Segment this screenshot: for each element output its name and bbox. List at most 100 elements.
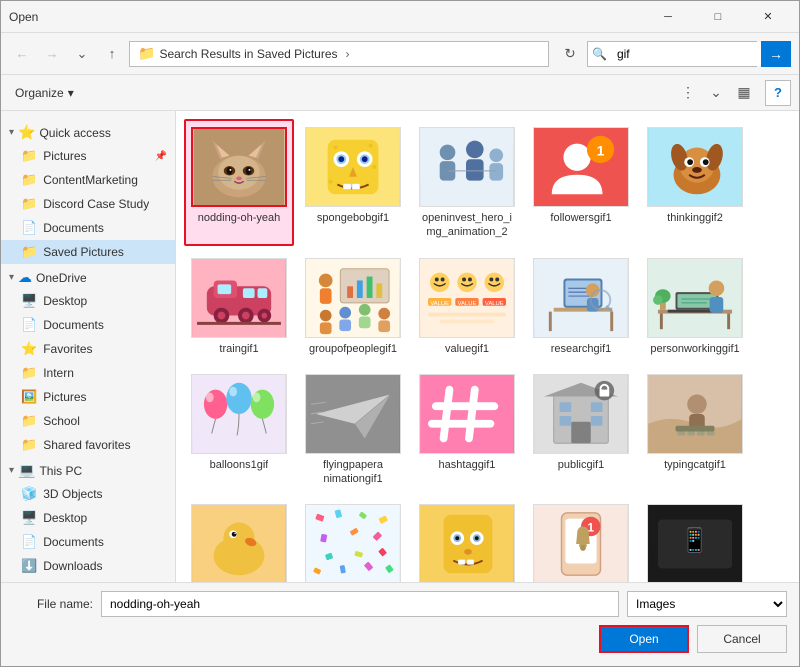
file-item-confetti[interactable] bbox=[298, 496, 408, 582]
file-item-thinking[interactable]: thinkinggif2 bbox=[640, 119, 750, 246]
file-name: hashtaggif1 bbox=[439, 458, 496, 472]
sidebar-item-discord[interactable]: 📁 Discord Case Study bbox=[1, 192, 175, 216]
sidebar-item-favorites[interactable]: ⭐ Favorites bbox=[1, 337, 175, 361]
search-go-button[interactable]: → bbox=[761, 41, 791, 67]
sidebar-item-school[interactable]: 📁 School bbox=[1, 409, 175, 433]
quick-access-header[interactable]: ▾ ⭐ Quick access bbox=[1, 121, 175, 144]
file-item-notification[interactable]: 1 bbox=[526, 496, 636, 582]
sidebar-item-pc-documents[interactable]: 📄 Documents bbox=[1, 530, 175, 554]
file-thumbnail: 1 bbox=[533, 127, 629, 207]
address-bar: ← → ⌄ ↑ 📁 Search Results in Saved Pictur… bbox=[1, 33, 799, 75]
file-item-followers[interactable]: 1 followersgif1 bbox=[526, 119, 636, 246]
file-name: nodding-oh-yeah bbox=[198, 211, 281, 225]
confetti-thumbnail-svg bbox=[306, 505, 400, 582]
file-item-typingcat[interactable]: typingcatgif1 bbox=[640, 366, 750, 493]
sponge2-thumbnail-svg bbox=[420, 505, 514, 582]
file-thumbnail: 1 bbox=[533, 504, 629, 582]
value-thumbnail-svg: VALUE VALUE VALUE bbox=[420, 259, 514, 337]
documents-icon: 📄 bbox=[21, 317, 37, 333]
sidebar-item-downloads[interactable]: ⬇️ Downloads bbox=[1, 554, 175, 578]
folder-icon: 📁 bbox=[138, 45, 155, 62]
file-item-sponge2[interactable] bbox=[412, 496, 522, 582]
sidebar-item-pictures[interactable]: 📁 Pictures 📌 bbox=[1, 144, 175, 168]
file-thumbnail bbox=[191, 258, 287, 338]
folder-icon: 📁 bbox=[21, 172, 37, 188]
open-dialog: Open ─ □ ✕ ← → ⌄ ↑ 📁 Search Results in S… bbox=[0, 0, 800, 667]
personworking-thumbnail-svg bbox=[648, 259, 742, 337]
sidebar-section-onedrive: ▾ ☁ OneDrive 🖥️ Desktop 📄 Documents ⭐ Fa… bbox=[1, 266, 175, 457]
notification-thumbnail-svg: 1 bbox=[534, 505, 628, 582]
up-button[interactable]: ↑ bbox=[99, 41, 125, 67]
documents-icon: 📄 bbox=[21, 220, 37, 236]
file-item-duck[interactable] bbox=[184, 496, 294, 582]
forward-button[interactable]: → bbox=[39, 41, 65, 67]
file-item-personworking[interactable]: personworkinggif1 bbox=[640, 250, 750, 362]
address-path[interactable]: 📁 Search Results in Saved Pictures › bbox=[129, 41, 549, 67]
sidebar-item-desktop[interactable]: 🖥️ Desktop bbox=[1, 289, 175, 313]
thispc-header[interactable]: ▾ 💻 This PC bbox=[1, 459, 175, 482]
search-icon: 🔍 bbox=[588, 47, 611, 61]
close-button[interactable]: ✕ bbox=[745, 5, 791, 29]
view-dropdown-button[interactable]: ⌄ bbox=[703, 80, 729, 106]
open-button[interactable]: Open bbox=[599, 625, 689, 653]
file-item-value[interactable]: VALUE VALUE VALUE valuegif1 bbox=[412, 250, 522, 362]
file-item-openinvest[interactable]: openinvest_hero_img_animation_2 bbox=[412, 119, 522, 246]
file-thumbnail bbox=[647, 258, 743, 338]
file-name: flyingpaperanimationgif1 bbox=[323, 458, 383, 487]
search-box: 🔍 ✕ bbox=[587, 41, 757, 67]
window-controls: ─ □ ✕ bbox=[645, 5, 791, 29]
help-button[interactable]: ? bbox=[765, 80, 791, 106]
file-item-spongebob[interactable]: spongebobgif1 bbox=[298, 119, 408, 246]
bottom-bar: File name: Images All Files Open Cancel bbox=[1, 582, 799, 666]
filename-input[interactable] bbox=[101, 591, 619, 617]
file-thumbnail bbox=[647, 374, 743, 454]
quick-access-label: Quick access bbox=[39, 126, 110, 140]
filename-row: File name: Images All Files bbox=[13, 591, 787, 617]
recent-locations-button[interactable]: ⌄ bbox=[69, 41, 95, 67]
minimize-button[interactable]: ─ bbox=[645, 5, 691, 29]
svg-text:VALUE: VALUE bbox=[485, 300, 504, 306]
sidebar-item-shared-favorites[interactable]: 📁 Shared favorites bbox=[1, 433, 175, 457]
file-item-hashtag[interactable]: hashtaggif1 bbox=[412, 366, 522, 493]
file-item-nodding[interactable]: nodding-oh-yeah bbox=[184, 119, 294, 246]
filetype-select[interactable]: Images All Files bbox=[627, 591, 787, 617]
view-layout-button[interactable]: ▦ bbox=[731, 80, 757, 106]
sidebar-item-saved-pictures[interactable]: 📁 Saved Pictures bbox=[1, 240, 175, 264]
cancel-button[interactable]: Cancel bbox=[697, 625, 787, 653]
sidebar-item-contentmarketing[interactable]: 📁 ContentMarketing bbox=[1, 168, 175, 192]
file-item-grouppeople[interactable]: groupofpeoplegif1 bbox=[298, 250, 408, 362]
sidebar-item-od-documents[interactable]: 📄 Documents bbox=[1, 313, 175, 337]
sidebar-item-pc-desktop[interactable]: 🖥️ Desktop bbox=[1, 506, 175, 530]
view-grid-button[interactable]: ⋮ bbox=[675, 80, 701, 106]
file-thumbnail bbox=[647, 127, 743, 207]
file-item-dark[interactable]: 📱 bbox=[640, 496, 750, 582]
thispc-icon: 💻 bbox=[18, 462, 35, 479]
sidebar-item-intern[interactable]: 📁 Intern bbox=[1, 361, 175, 385]
sidebar-item-od-pictures[interactable]: 🖼️ Pictures bbox=[1, 385, 175, 409]
onedrive-header[interactable]: ▾ ☁ OneDrive bbox=[1, 266, 175, 289]
file-thumbnail bbox=[305, 504, 401, 582]
back-button[interactable]: ← bbox=[9, 41, 35, 67]
file-item-public[interactable]: publicgif1 bbox=[526, 366, 636, 493]
maximize-button[interactable]: □ bbox=[695, 5, 741, 29]
file-item-train[interactable]: traingif1 bbox=[184, 250, 294, 362]
documents-icon: 📄 bbox=[21, 534, 37, 550]
file-thumbnail bbox=[191, 504, 287, 582]
search-input[interactable] bbox=[611, 42, 778, 66]
file-name: traingif1 bbox=[219, 342, 258, 356]
sidebar-item-documents[interactable]: 📄 Documents bbox=[1, 216, 175, 240]
file-name: thinkinggif2 bbox=[667, 211, 723, 225]
organize-button[interactable]: Organize ▾ bbox=[9, 80, 80, 106]
view-buttons: ⋮ ⌄ ▦ bbox=[675, 80, 757, 106]
file-item-research[interactable]: researchgif1 bbox=[526, 250, 636, 362]
organize-label: Organize bbox=[15, 86, 64, 100]
file-item-flyingpaper[interactable]: flyingpaperanimationgif1 bbox=[298, 366, 408, 493]
sidebar-item-3dobjects[interactable]: 🧊 3D Objects bbox=[1, 482, 175, 506]
main-area: ▾ ⭐ Quick access 📁 Pictures 📌 📁 ContentM… bbox=[1, 111, 799, 582]
cat-thumbnail-svg bbox=[193, 129, 285, 205]
refresh-button[interactable]: ↻ bbox=[557, 41, 583, 67]
file-item-balloons[interactable]: balloons1gif bbox=[184, 366, 294, 493]
pictures-icon: 🖼️ bbox=[21, 389, 37, 405]
favorites-icon: ⭐ bbox=[21, 341, 37, 357]
hashtag-thumbnail-svg bbox=[420, 375, 514, 453]
